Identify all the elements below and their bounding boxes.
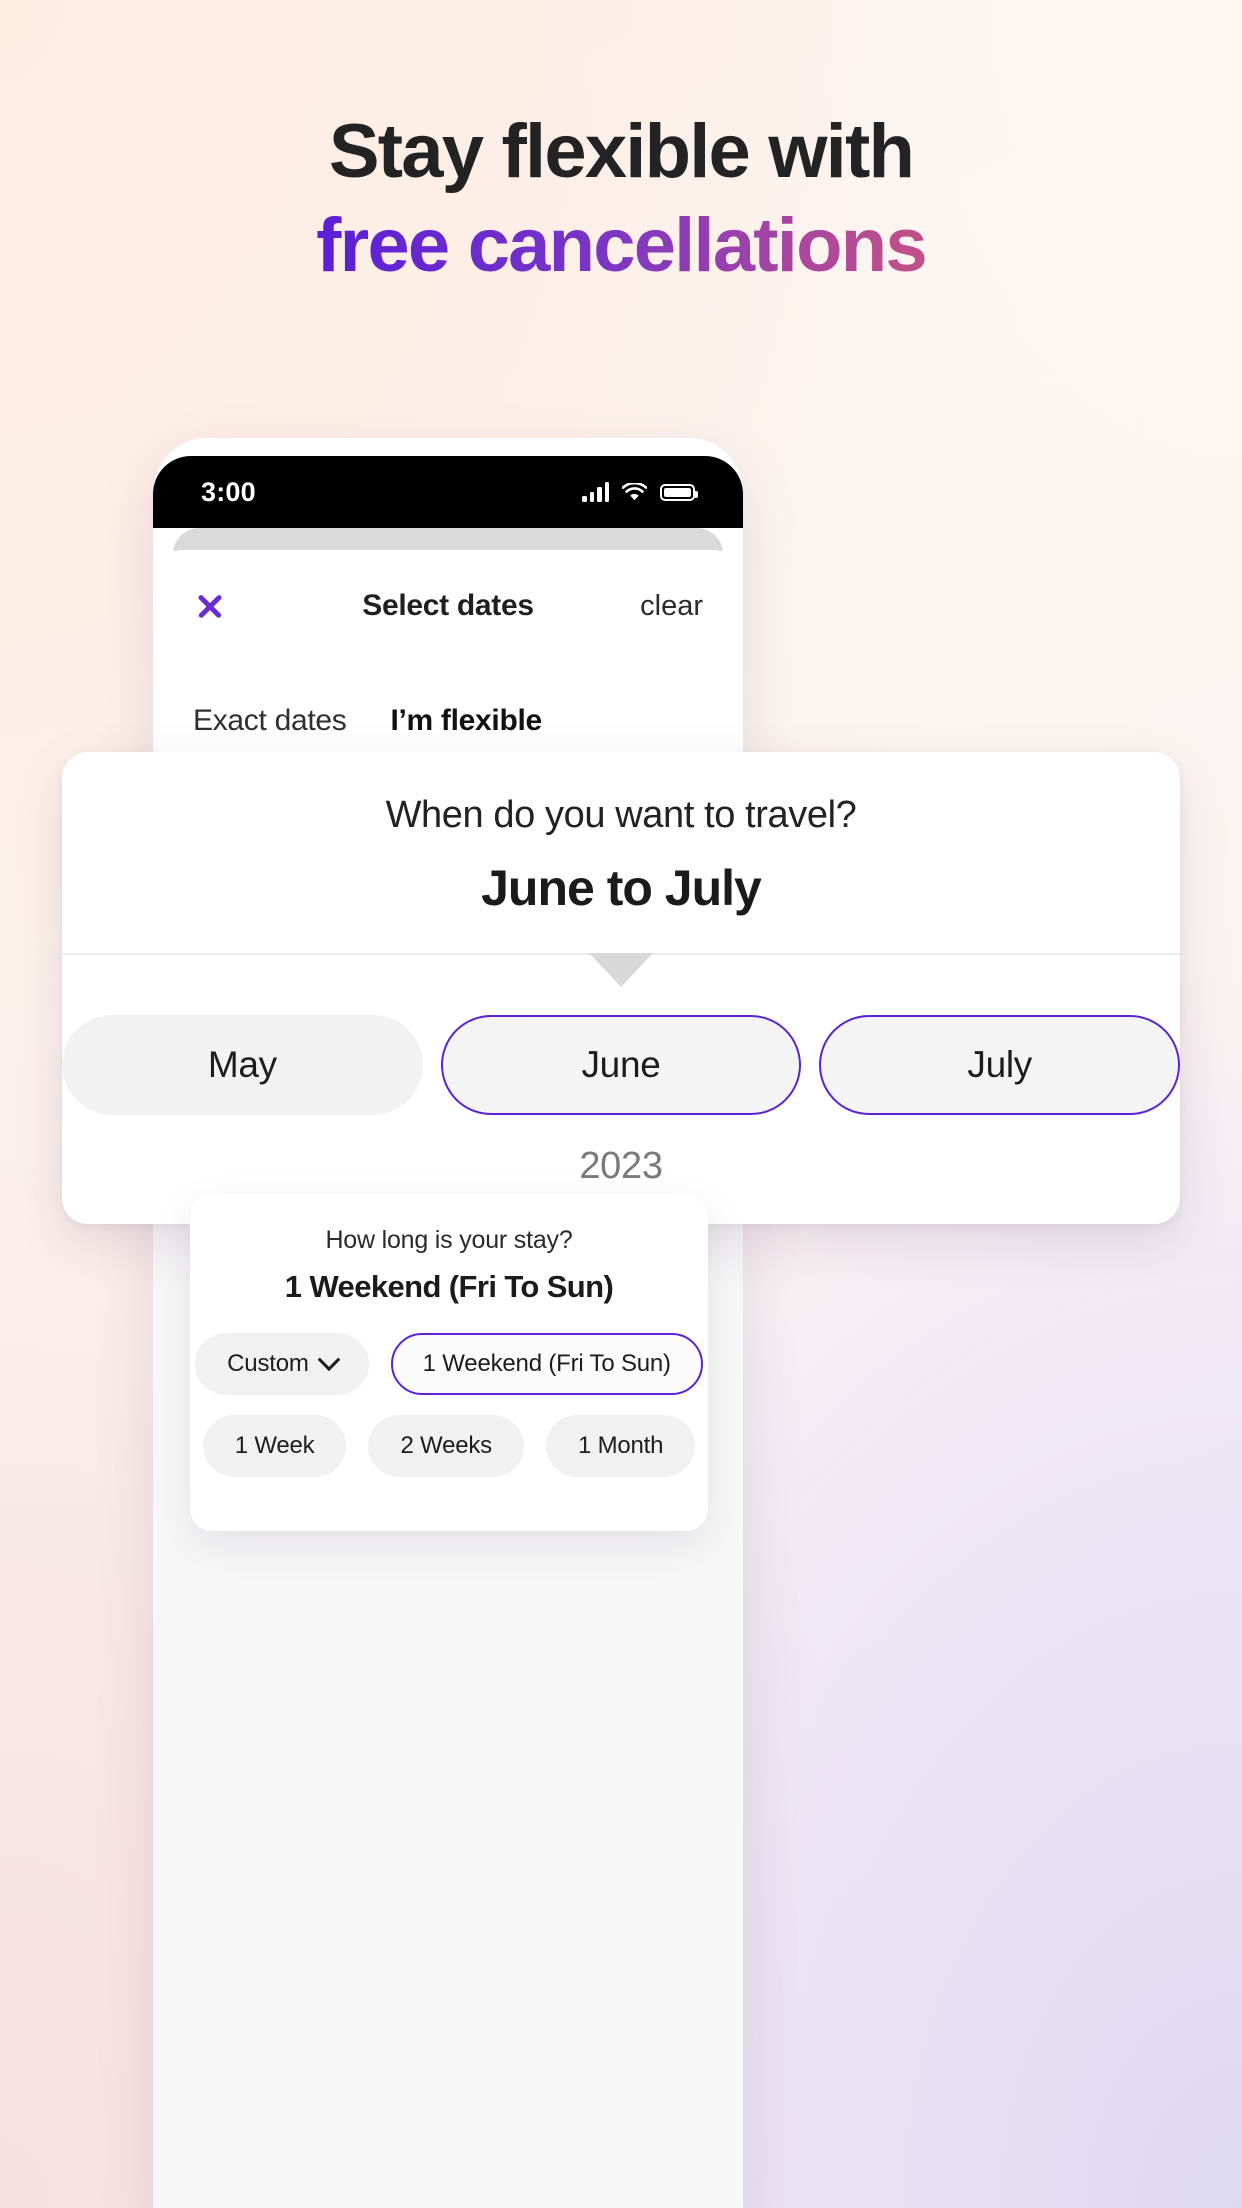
stay-options-row-1: Custom 1 Weekend (Fri To Sun) — [195, 1333, 703, 1395]
caret-down-icon — [589, 953, 653, 987]
month-chip-may[interactable]: May — [62, 1015, 423, 1115]
status-bar: 3:00 — [153, 456, 743, 528]
travel-question: When do you want to travel? — [385, 794, 857, 836]
headline-line-1: Stay flexible with — [328, 109, 915, 194]
tab-exact-dates[interactable]: Exact dates — [193, 704, 347, 758]
status-bar-time: 3:00 — [201, 476, 256, 507]
date-mode-tabs: Exact dates I’m flexible — [153, 662, 743, 758]
month-chip-june[interactable]: June — [440, 1015, 802, 1115]
travel-window-card: When do you want to travel? June to July… — [62, 752, 1181, 1224]
stay-chip-custom-label: Custom — [227, 1350, 309, 1377]
stay-question: How long is your stay? — [325, 1226, 573, 1254]
travel-card-divider — [62, 953, 1180, 987]
cellular-signal-icon — [582, 482, 609, 502]
hero-headline: Stay flexible with free cancellations — [0, 108, 1242, 290]
stay-chip-one-week[interactable]: 1 Week — [202, 1415, 347, 1477]
tab-im-flexible[interactable]: I’m flexible — [390, 704, 543, 758]
wifi-icon — [621, 481, 648, 502]
year-label: 2023 — [579, 1145, 663, 1187]
tab-exact-dates-label: Exact dates — [193, 704, 347, 737]
battery-icon — [660, 483, 698, 501]
stay-length-card: How long is your stay? 1 Weekend (Fri To… — [190, 1194, 708, 1531]
stay-chip-two-weeks[interactable]: 2 Weeks — [368, 1415, 524, 1477]
headline-line-2: free cancellations — [0, 202, 1242, 290]
stay-chip-one-month[interactable]: 1 Month — [545, 1415, 696, 1477]
sheet-header: Select dates clear — [153, 550, 743, 662]
tab-im-flexible-label: I’m flexible — [390, 704, 542, 737]
travel-answer: June to July — [481, 860, 762, 916]
chevron-down-icon — [317, 1348, 340, 1372]
stay-chip-custom[interactable]: Custom — [195, 1333, 369, 1395]
month-chip-july[interactable]: July — [819, 1015, 1181, 1115]
stay-options-row-2: 1 Week 2 Weeks 1 Month — [202, 1415, 696, 1477]
stay-answer: 1 Weekend (Fri To Sun) — [284, 1269, 614, 1304]
status-bar-icons — [582, 481, 698, 502]
clear-button[interactable]: clear — [640, 590, 703, 623]
stay-chip-one-weekend[interactable]: 1 Weekend (Fri To Sun) — [390, 1333, 703, 1395]
